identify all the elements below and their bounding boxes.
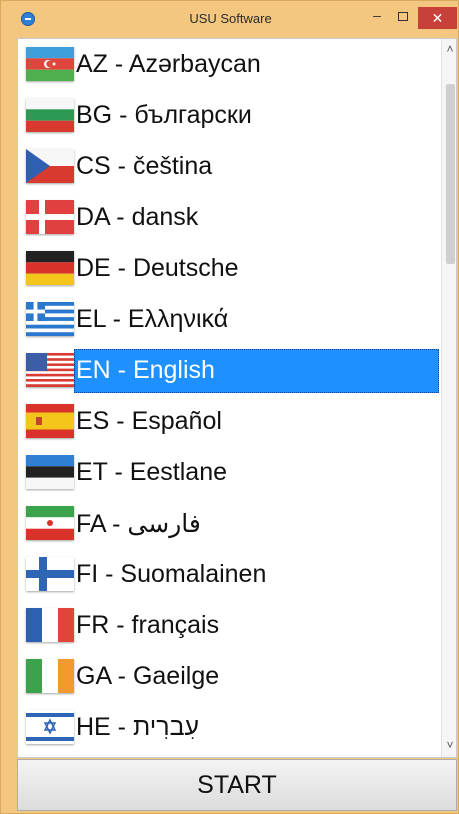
scroll-up-icon[interactable]: ˄ — [444, 43, 456, 55]
minimize-button[interactable]: – — [365, 8, 389, 25]
language-item-az[interactable]: AZ - Azərbaycan — [18, 41, 440, 92]
language-label: DA - dansk — [76, 203, 199, 231]
azerbaijan-flag-icon — [26, 47, 74, 81]
title-bar[interactable]: USU Software – ✕ — [1, 1, 459, 37]
finland-flag-icon — [26, 557, 74, 591]
language-item-fa[interactable]: FA - فارسی — [18, 500, 440, 551]
language-item-he[interactable]: HE - עִברִית — [18, 704, 440, 755]
language-item-fi[interactable]: FI - Suomalainen — [18, 551, 440, 602]
close-button[interactable]: ✕ — [418, 7, 457, 29]
czech-flag-icon — [26, 149, 74, 183]
language-label: CS - čeština — [76, 152, 213, 180]
scroll-down-icon[interactable]: ˅ — [444, 739, 456, 751]
app-window: USU Software – ✕ AZ - Azərbaycan BG - бъ… — [0, 0, 459, 814]
israel-flag-icon — [26, 710, 74, 744]
ireland-flag-icon — [26, 659, 74, 693]
language-label: EL - Ελληνικά — [76, 305, 229, 333]
spain-flag-icon — [26, 404, 74, 438]
scroll-thumb[interactable] — [446, 84, 455, 264]
language-list[interactable]: AZ - Azərbaycan BG - български CS - češt… — [17, 38, 457, 758]
denmark-flag-icon — [26, 200, 74, 234]
language-item-fr[interactable]: FR - français — [18, 602, 440, 653]
language-item-es[interactable]: ES - Español — [18, 398, 440, 449]
language-item-da[interactable]: DA - dansk — [18, 194, 440, 245]
language-label: ET - Eestlane — [76, 458, 228, 486]
language-label: DE - Deutsche — [76, 254, 239, 282]
greece-flag-icon — [26, 302, 74, 336]
language-label: FR - français — [76, 611, 220, 639]
language-label: FI - Suomalainen — [76, 560, 267, 588]
language-item-de[interactable]: DE - Deutsche — [18, 245, 440, 296]
language-item-bg[interactable]: BG - български — [18, 92, 440, 143]
germany-flag-icon — [26, 251, 74, 285]
language-item-en[interactable]: EN - English — [18, 347, 440, 398]
language-item-et[interactable]: ET - Eestlane — [18, 449, 440, 500]
iran-flag-icon — [26, 506, 74, 540]
language-label: GA - Gaeilge — [76, 662, 220, 690]
language-item-ga[interactable]: GA - Gaeilge — [18, 653, 440, 704]
language-item-cs[interactable]: CS - čeština — [18, 143, 440, 194]
france-flag-icon — [26, 608, 74, 642]
bulgaria-flag-icon — [26, 98, 74, 132]
language-label: EN - English — [76, 356, 215, 384]
language-label: AZ - Azərbaycan — [76, 50, 261, 78]
start-button[interactable]: START — [17, 759, 457, 811]
language-label: FA - فارسی — [76, 510, 201, 538]
usa-flag-icon — [26, 353, 74, 387]
language-label: HE - עִברִית — [76, 713, 200, 741]
estonia-flag-icon — [26, 455, 74, 489]
language-label: BG - български — [76, 101, 252, 129]
maximize-button[interactable] — [391, 9, 415, 25]
language-label: ES - Español — [76, 407, 222, 435]
vertical-scrollbar[interactable]: ˄ ˅ — [441, 39, 456, 757]
language-item-el[interactable]: EL - Ελληνικά — [18, 296, 440, 347]
